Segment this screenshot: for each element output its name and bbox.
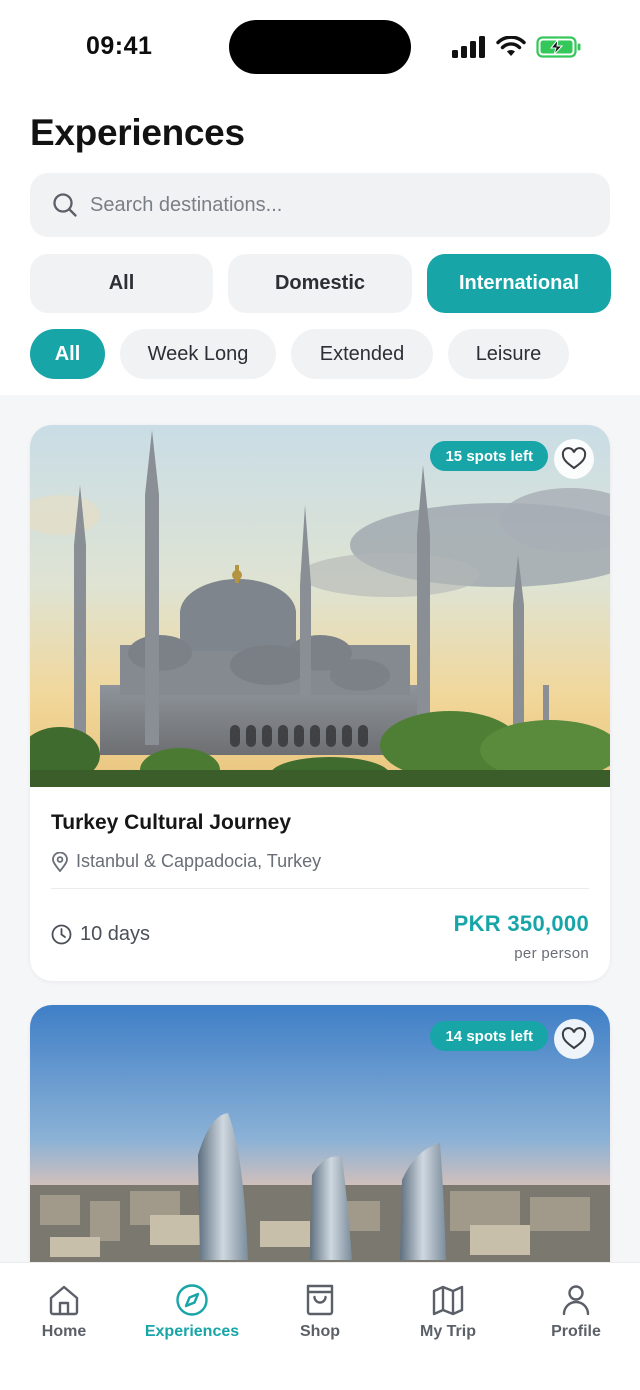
card-duration: 10 days xyxy=(51,923,150,946)
heart-icon xyxy=(561,447,587,470)
tab-label: Shop xyxy=(300,1323,340,1340)
tab-home[interactable]: Home xyxy=(0,1283,128,1341)
search-bar[interactable] xyxy=(30,173,610,237)
mosque-photo: 15 spots left xyxy=(30,425,610,787)
flame-towers-photo: 14 spots left xyxy=(30,1005,610,1305)
tab-label: Profile xyxy=(551,1323,601,1340)
card-location: Istanbul & Cappadocia, Turkey xyxy=(51,851,589,872)
filter-leisure[interactable]: Leisure xyxy=(448,329,569,379)
filter-week-long[interactable]: Week Long xyxy=(120,329,276,379)
shopping-bag-icon xyxy=(306,1284,334,1316)
map-icon xyxy=(432,1285,464,1316)
tab-label: Experiences xyxy=(144,1323,240,1340)
segment-all[interactable]: All xyxy=(30,254,213,313)
spots-left-badge: 14 spots left xyxy=(430,1021,548,1051)
duration-text: 10 days xyxy=(80,923,151,945)
page-title: Experiences xyxy=(30,112,245,153)
tab-profile[interactable]: Profile xyxy=(512,1283,640,1341)
location-pin-icon xyxy=(52,851,68,872)
tab-shop[interactable]: Shop xyxy=(256,1283,384,1341)
card-price: PKR 350,000 xyxy=(453,911,589,936)
spots-left-badge: 15 spots left xyxy=(430,441,548,471)
dynamic-island xyxy=(229,20,411,74)
price-unit: per person xyxy=(514,945,589,962)
favorite-button[interactable] xyxy=(554,1019,594,1059)
filter-all[interactable]: All xyxy=(30,329,105,379)
tab-label: Home xyxy=(41,1323,87,1340)
search-input[interactable] xyxy=(90,193,550,217)
tab-bar: Home Experiences Shop My Trip Profile xyxy=(0,1262,640,1390)
heart-icon xyxy=(561,1027,587,1050)
experience-card[interactable]: 14 spots left xyxy=(30,1005,610,1305)
tab-experiences[interactable]: Experiences xyxy=(128,1283,256,1341)
segment-domestic[interactable]: Domestic xyxy=(228,254,412,313)
location-text: Istanbul & Cappadocia, Turkey xyxy=(76,851,322,871)
favorite-button[interactable] xyxy=(554,439,594,479)
search-icon xyxy=(53,193,77,217)
tab-my-trip[interactable]: My Trip xyxy=(384,1283,512,1341)
signal-icon xyxy=(452,36,485,58)
user-icon xyxy=(562,1285,590,1316)
card-title: Turkey Cultural Journey xyxy=(51,811,292,834)
home-icon xyxy=(49,1285,79,1316)
header-area: 09:41 Experiences All Domestic Interna xyxy=(0,0,640,395)
tab-label: My Trip xyxy=(419,1323,476,1340)
battery-charging-icon xyxy=(536,36,581,58)
compass-icon xyxy=(176,1284,208,1316)
clock-icon xyxy=(51,924,72,945)
experience-card[interactable]: 15 spots left Turkey Cultural Journey Is… xyxy=(30,425,610,981)
wifi-icon xyxy=(496,36,526,56)
filter-extended[interactable]: Extended xyxy=(291,329,433,379)
status-icons xyxy=(452,34,582,60)
status-time: 09:41 xyxy=(86,32,153,60)
segment-international[interactable]: International xyxy=(427,254,611,313)
